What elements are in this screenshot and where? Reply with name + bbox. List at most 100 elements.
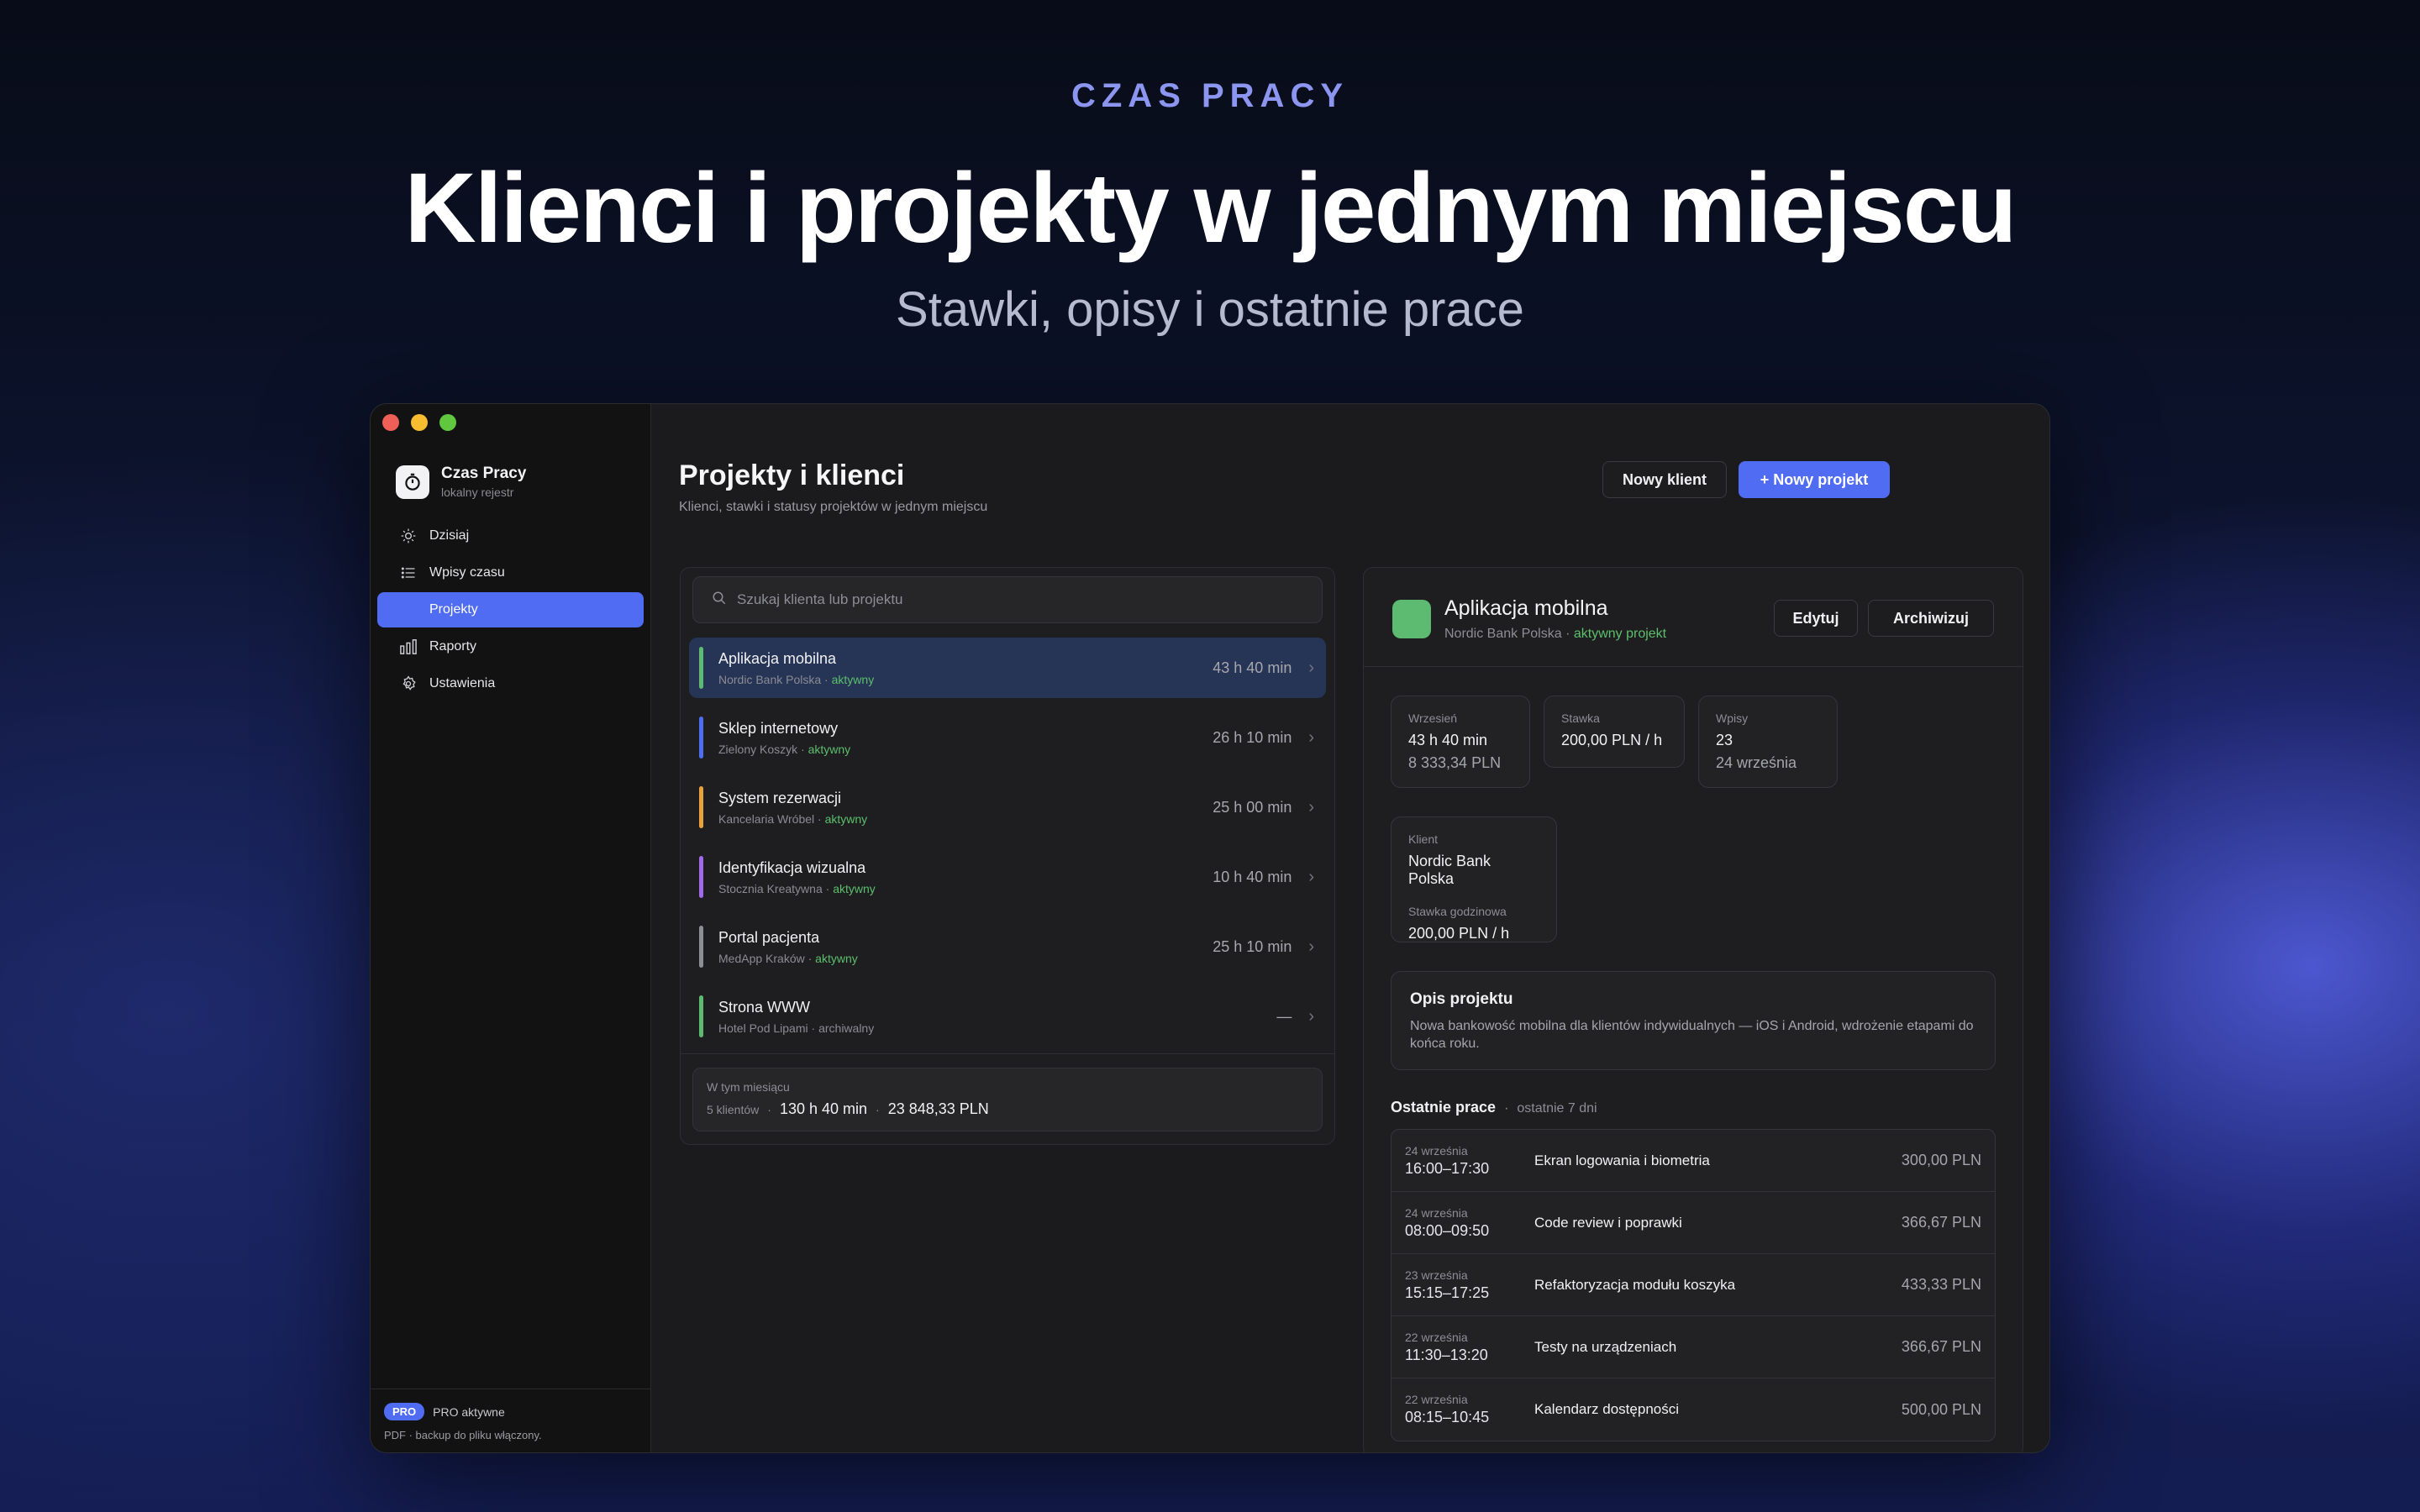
stat-value: 23 bbox=[1716, 732, 1733, 748]
recent-task: Kalendarz dostępności bbox=[1534, 1401, 1680, 1417]
zoom-button[interactable] bbox=[439, 414, 456, 431]
description-text: Nowa bankowość mobilna dla klientów indy… bbox=[1410, 1019, 1974, 1051]
app-window: Czas Pracy lokalny rejestr Dzisiaj Wpisy… bbox=[370, 403, 2050, 1453]
stat-secondary: 24 września bbox=[1716, 754, 1797, 771]
page-subtitle: Klienci, stawki i statusy projektów w je… bbox=[679, 500, 988, 514]
project-hours: 25 h 00 min bbox=[1213, 798, 1292, 816]
recent-task: Refaktoryzacja modułu koszyka bbox=[1534, 1276, 1736, 1293]
project-row[interactable]: Aplikacja mobilna Nordic Bank Polska · a… bbox=[689, 638, 1326, 698]
recent-amount: 366,67 PLN bbox=[1901, 1338, 1981, 1355]
recent-task: Code review i poprawki bbox=[1534, 1214, 1682, 1231]
brand-title: Czas Pracy bbox=[441, 465, 527, 482]
project-client: Zielony Koszyk bbox=[718, 742, 798, 756]
stat-label: Wpisy bbox=[1716, 711, 1749, 725]
stat-month: Wrzesień 43 h 40 min 8 333,34 PLN bbox=[1391, 696, 1530, 788]
recent-row[interactable]: 24 września 08:00–09:50 Code review i pop… bbox=[1392, 1192, 1995, 1254]
summary-hours: 130 h 40 min bbox=[779, 1100, 868, 1117]
project-client: Kancelaria Wróbel bbox=[718, 811, 815, 826]
sidebar-item-raporty[interactable]: Raporty bbox=[377, 629, 644, 664]
stat-label: Stawka bbox=[1561, 711, 1600, 725]
sidebar-nav: Dzisiaj Wpisy czasu Projekty Raporty Ust… bbox=[371, 517, 650, 703]
monthly-summary: W tym miesiącu 5 klientów · 130 h 40 min… bbox=[692, 1068, 1323, 1131]
sidebar: Czas Pracy lokalny rejestr Dzisiaj Wpisy… bbox=[371, 404, 651, 1452]
recent-amount: 366,67 PLN bbox=[1901, 1214, 1981, 1231]
chevron-right-icon: › bbox=[1308, 937, 1314, 956]
chevron-right-icon: › bbox=[1308, 797, 1314, 816]
stat-entries: Wpisy 23 24 września bbox=[1698, 696, 1838, 788]
detail-header: Aplikacja mobilna Nordic Bank Polska · a… bbox=[1364, 568, 2023, 667]
project-name: Aplikacja mobilna bbox=[718, 649, 837, 667]
sidebar-item-label: Wpisy czasu bbox=[429, 565, 505, 580]
sidebar-item-dzisiaj[interactable]: Dzisiaj bbox=[377, 518, 644, 554]
chevron-right-icon: › bbox=[1308, 867, 1314, 886]
stat-label: Wrzesień bbox=[1408, 711, 1458, 725]
new-project-button[interactable]: + Nowy projekt bbox=[1739, 461, 1890, 498]
project-row[interactable]: Strona WWW Hotel Pod Lipami · archiwalny… bbox=[689, 986, 1326, 1047]
project-hours: — bbox=[1276, 1007, 1292, 1025]
recent-time: 08:15–10:45 bbox=[1405, 1409, 1490, 1425]
stopwatch-icon bbox=[396, 465, 429, 499]
sidebar-item-wpisy-czasu[interactable]: Wpisy czasu bbox=[377, 555, 644, 591]
recent-date: 24 września bbox=[1405, 1205, 1468, 1220]
search-field[interactable]: Szukaj klienta lub projektu bbox=[692, 576, 1323, 623]
project-color-bar bbox=[699, 995, 703, 1037]
archive-button[interactable]: Archiwizuj bbox=[1868, 600, 1994, 637]
recent-row[interactable]: 23 września 15:15–17:25 Refaktoryzacja mo… bbox=[1392, 1254, 1995, 1316]
project-client: Nordic Bank Polska bbox=[718, 672, 822, 686]
headline: Klienci i projekty w jednym miejscu bbox=[404, 153, 2018, 264]
minimize-button[interactable] bbox=[411, 414, 428, 431]
divider bbox=[681, 1053, 1334, 1054]
project-client: MedApp Kraków bbox=[718, 951, 805, 965]
sidebar-item-label: Raporty bbox=[429, 639, 477, 654]
close-button[interactable] bbox=[382, 414, 399, 431]
recent-date: 24 września bbox=[1405, 1143, 1468, 1158]
hourly-label: Stawka godzinowa bbox=[1408, 905, 1507, 918]
pro-badge: PRO bbox=[384, 1403, 425, 1420]
client-value: Nordic Bank Polska bbox=[1408, 853, 1491, 887]
project-name: Strona WWW bbox=[718, 998, 811, 1016]
page-title: Projekty i klienci bbox=[679, 459, 905, 491]
window-controls bbox=[382, 414, 456, 431]
project-name: Sklep internetowy bbox=[718, 719, 839, 737]
project-status: aktywny bbox=[833, 881, 876, 895]
recent-row[interactable]: 22 września 08:15–10:45 Kalendarz dostępn… bbox=[1392, 1378, 1995, 1441]
recent-amount: 433,33 PLN bbox=[1901, 1276, 1981, 1293]
recent-range: ostatnie 7 dni bbox=[1517, 1101, 1597, 1116]
sidebar-item-label: Projekty bbox=[429, 602, 478, 617]
project-status: aktywny bbox=[831, 672, 875, 686]
recent-task: Ekran logowania i biometria bbox=[1534, 1152, 1710, 1168]
recent-date: 23 września bbox=[1405, 1268, 1468, 1282]
recent-row[interactable]: 24 września 16:00–17:30 Ekran logowania i… bbox=[1392, 1130, 1995, 1192]
project-row[interactable]: Sklep internetowy Zielony Koszyk · aktyw… bbox=[689, 707, 1326, 768]
project-hours: 26 h 10 min bbox=[1213, 728, 1292, 746]
description-card: Opis projektu Nowa bankowość mobilna dla… bbox=[1391, 971, 1996, 1070]
chevron-right-icon: › bbox=[1308, 1006, 1314, 1026]
project-hours: 43 h 40 min bbox=[1213, 659, 1292, 676]
subhead: Stawki, opisy i ostatnie prace bbox=[896, 282, 1524, 337]
recent-row[interactable]: 22 września 11:30–13:20 Testy na urządzen… bbox=[1392, 1316, 1995, 1378]
project-name: Identyfikacja wizualna bbox=[718, 858, 866, 876]
sidebar-item-projekty[interactable]: Projekty bbox=[377, 592, 644, 627]
edit-button[interactable]: Edytuj bbox=[1774, 600, 1858, 637]
project-detail-panel: Aplikacja mobilna Nordic Bank Polska · a… bbox=[1363, 567, 2023, 1452]
project-status: aktywny bbox=[824, 811, 868, 826]
project-row[interactable]: System rezerwacji Kancelaria Wróbel · ak… bbox=[689, 777, 1326, 837]
project-status: aktywny bbox=[808, 742, 851, 756]
new-client-button[interactable]: Nowy klient bbox=[1602, 461, 1727, 498]
recent-task: Testy na urządzeniach bbox=[1534, 1338, 1677, 1355]
project-row[interactable]: Portal pacjenta MedApp Kraków · aktywny … bbox=[689, 916, 1326, 977]
project-row[interactable]: Identyfikacja wizualna Stocznia Kreatywn… bbox=[689, 847, 1326, 907]
sidebar-item-ustawienia[interactable]: Ustawienia bbox=[377, 666, 644, 701]
detail-status: aktywny projekt bbox=[1573, 627, 1667, 641]
project-status: archiwalny bbox=[818, 1021, 875, 1035]
recent-title: Ostatnie prace bbox=[1391, 1099, 1497, 1116]
project-color-bar bbox=[699, 717, 703, 759]
recent-time: 16:00–17:30 bbox=[1405, 1159, 1490, 1177]
project-color-bar bbox=[699, 786, 703, 828]
recent-date: 22 września bbox=[1405, 1393, 1468, 1406]
summary-separator: · bbox=[767, 1103, 771, 1116]
recent-time: 08:00–09:50 bbox=[1405, 1221, 1490, 1239]
summary-clients: 5 klientów bbox=[707, 1103, 760, 1116]
project-color-bar bbox=[699, 926, 703, 968]
main-content: Projekty i klienci Klienci, stawki i sta… bbox=[652, 404, 2049, 1452]
